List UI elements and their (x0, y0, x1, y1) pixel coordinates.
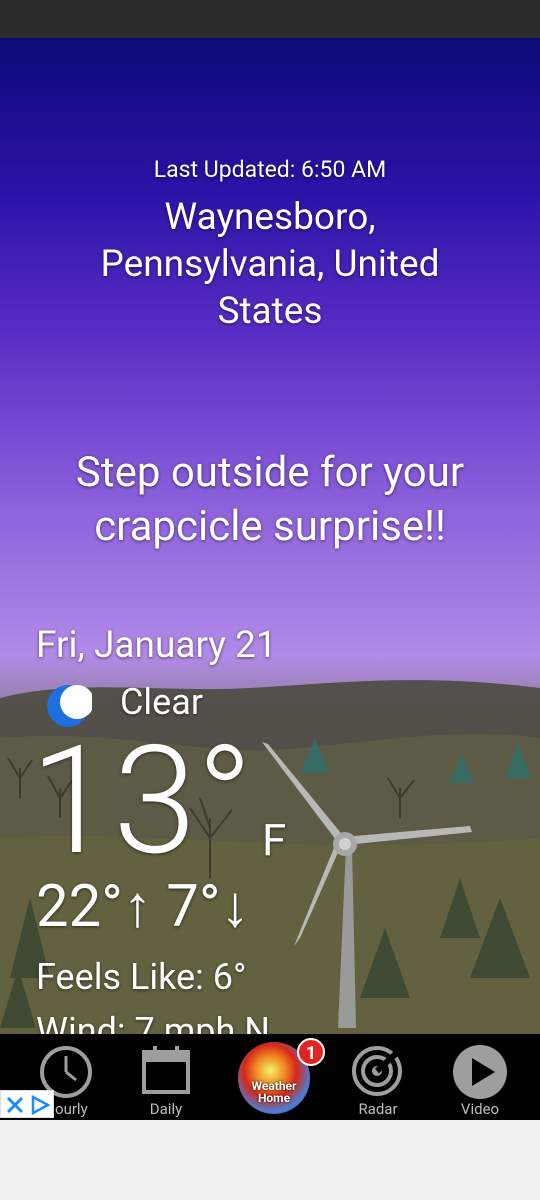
radar-icon (352, 1046, 403, 1096)
nav-video-label: Video (460, 1100, 500, 1118)
wind-text: Wind: 7 mph N (36, 1010, 270, 1034)
nav-daily-label: Daily (149, 1100, 183, 1118)
nav-weather-home-label: Weather Home (251, 1079, 297, 1105)
nav-daily[interactable]: Daily (116, 1034, 216, 1120)
high-low-temps: 22°↑ 7°↓ (36, 876, 250, 938)
current-temperature: 13° (30, 713, 254, 889)
ad-area (0, 1120, 540, 1200)
down-arrow-icon: ↓ (220, 873, 250, 941)
bottom-nav: Hourly Daily Weather Home 1 Radar Video (0, 1034, 540, 1120)
nav-radar-label: Radar (358, 1100, 398, 1118)
last-updated-text: Last Updated: 6:50 AM (153, 156, 387, 183)
ad-info-icon[interactable] (29, 1094, 51, 1116)
calendar-icon (142, 1046, 190, 1094)
low-temp: 7° (166, 873, 221, 941)
status-bar (0, 0, 540, 38)
weather-background: Last Updated: 6:50 AM Waynesboro, Pennsy… (0, 38, 540, 1034)
close-icon[interactable] (4, 1094, 26, 1116)
feels-like-text: Feels Like: 6° (36, 956, 247, 998)
notification-badge: 1 (297, 1038, 325, 1066)
high-temp: 22° (36, 873, 123, 941)
nav-radar[interactable]: Radar (328, 1034, 428, 1120)
up-arrow-icon: ↑ (122, 873, 152, 941)
ad-choices-badge[interactable] (0, 1090, 54, 1118)
current-date: Fri, January 21 (36, 624, 277, 667)
location-name: Waynesboro, Pennsylvania, United States (100, 196, 440, 333)
temperature-unit: F (262, 814, 287, 866)
forecast-message: Step outside for your crapcicle surprise… (75, 448, 465, 551)
nav-video[interactable]: Video (430, 1034, 530, 1120)
play-icon (453, 1045, 507, 1099)
